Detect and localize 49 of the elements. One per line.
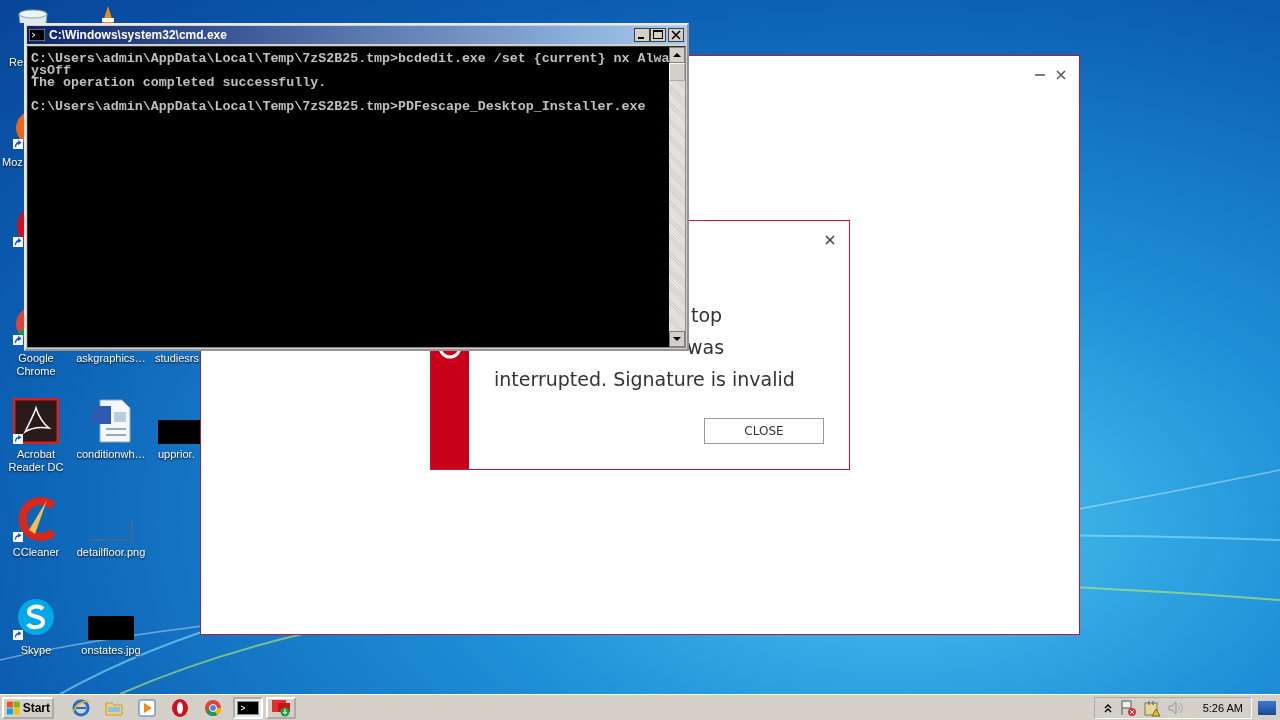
show-desktop-button[interactable] (1258, 700, 1276, 715)
installer-icon (270, 698, 292, 717)
message-text: top (691, 304, 723, 326)
console-line: ysOff (31, 63, 71, 78)
shortcut-arrow-icon (13, 630, 23, 640)
console-icon (237, 700, 259, 715)
acrobat-icon[interactable] (13, 398, 59, 444)
taskbar-button[interactable] (233, 696, 263, 719)
start-button[interactable]: Start (2, 696, 54, 719)
close-icon[interactable] (1055, 69, 1067, 81)
minimize-button[interactable] (634, 28, 650, 42)
browser-e-icon[interactable] (71, 697, 91, 718)
chevron-up-icon[interactable] (1102, 702, 1113, 713)
document-icon[interactable] (88, 398, 134, 444)
taskbar-button[interactable] (266, 696, 296, 719)
icon-label: conditionwh… (75, 448, 147, 461)
icon-label: Acrobat Reader DC (7, 448, 65, 474)
icon-label: Google Chrome (15, 352, 57, 378)
scrollbar[interactable] (669, 47, 686, 347)
icon-label: detailfloor.png (75, 546, 147, 559)
scroll-up-button[interactable] (669, 47, 686, 63)
close-button[interactable]: CLOSE (704, 418, 824, 444)
scroll-thumb[interactable] (669, 63, 686, 81)
maximize-button[interactable] (650, 28, 666, 42)
console-line: C:\Users\admin\AppData\Local\Temp\7zS2B25.tmp>PDFescape_Desktop_Installer.exe (31, 99, 646, 114)
icon-label: studiesrs (154, 352, 201, 365)
flag-warning-icon[interactable] (1118, 698, 1137, 717)
opera-icon[interactable] (170, 697, 190, 718)
window-title: C:\Windows\system32\cmd.exe (49, 28, 227, 42)
console-line: C:\Users\admin\AppData\Local\Temp\7zS2B25.tmp>bcdedit.exe /set {current} nx Alwa (31, 51, 670, 66)
console-icon (29, 29, 45, 41)
icon-label: onstates.jpg (80, 644, 142, 657)
shortcut-arrow-icon (13, 434, 23, 444)
icon-label: upprior. (157, 448, 196, 461)
shortcut-arrow-icon (13, 532, 23, 542)
media-player-icon[interactable] (137, 697, 157, 718)
message-text: was (687, 336, 725, 358)
icon-label: CCleaner (11, 546, 61, 559)
scroll-down-button[interactable] (669, 331, 686, 347)
icon-label: Skype (19, 644, 53, 657)
windows-logo-icon (6, 699, 21, 716)
icon-label: Moz (1, 156, 24, 169)
clock[interactable]: 5:26 AM (1202, 701, 1243, 714)
close-button[interactable] (668, 28, 684, 42)
network-warning-icon[interactable] (1142, 698, 1161, 717)
icon-label: askgraphics… (75, 352, 147, 365)
close-icon[interactable] (825, 235, 835, 245)
message-text: interrupted. Signature is invalid (494, 368, 795, 390)
chrome-icon[interactable] (203, 697, 223, 718)
